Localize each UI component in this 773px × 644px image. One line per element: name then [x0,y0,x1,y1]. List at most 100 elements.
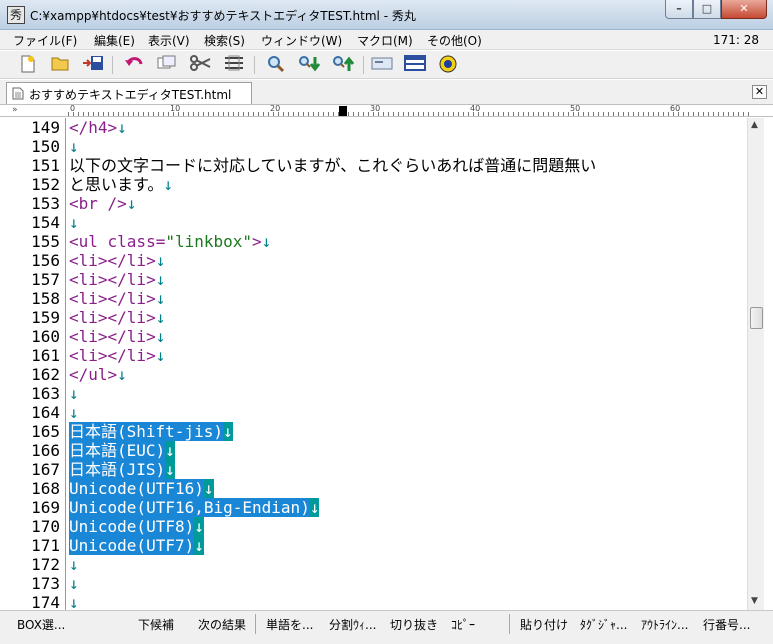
close-tab-button[interactable]: ✕ [752,85,767,99]
editor-line[interactable]: 149 </h4>↓ [0,118,747,137]
fkey-line-number[interactable]: 行番号... [703,616,750,633]
save-icon[interactable] [82,55,103,75]
grep-icon[interactable] [371,55,393,75]
editor-line[interactable]: 154 ↓ [0,213,747,232]
fkey-box-select[interactable]: BOX選... [17,616,65,633]
code-token: と思います。 [69,175,164,194]
ruler-cursor-marker [339,106,347,116]
code-token: > [252,232,262,251]
line-content: ↓ [69,137,79,156]
newline-mark: ↓ [69,137,79,156]
editor-line[interactable]: 160 <li></li>↓ [0,327,747,346]
cut-icon[interactable] [190,55,211,75]
find-next-down-icon[interactable] [298,55,321,75]
new-file-icon[interactable] [18,55,38,75]
paste-icon[interactable] [223,55,243,75]
editor-line[interactable]: 164 ↓ [0,403,747,422]
fkey-tag-jump[interactable]: ﾀｸﾞｼﾞｬ... [580,616,627,633]
column-ruler: » 0 10 20 30 40 50 60 [0,104,773,117]
line-content: Unicode(UTF16,Big-Endian)↓ [69,498,320,517]
code-token: Unicode(UTF16,Big-Endian) [69,498,310,517]
scroll-down-arrow[interactable]: ▼ [751,596,758,606]
editor-line[interactable]: 159 <li></li>↓ [0,308,747,327]
minimize-button[interactable]: – [665,0,693,19]
editor-line[interactable]: 167 日本語(JIS)↓ [0,460,747,479]
editor-line[interactable]: 156 <li></li>↓ [0,251,747,270]
editor-line[interactable]: 166 日本語(EUC)↓ [0,441,747,460]
editor-line[interactable]: 173 ↓ [0,574,747,593]
line-content: <li></li>↓ [69,270,165,289]
line-number: 172 [31,555,60,574]
menu-file[interactable]: ファイル(F) [13,32,77,49]
editor-line[interactable]: 153 <br />↓ [0,194,747,213]
close-button[interactable]: ✕ [721,0,767,19]
split-window-icon[interactable] [404,55,426,75]
help-icon[interactable] [438,55,458,75]
fkey-outline[interactable]: ｱｳﾄﾗｲﾝ... [641,616,688,633]
find-icon[interactable] [266,55,286,75]
fkey-paste[interactable]: 貼り付け [520,616,568,633]
line-number: 171 [31,536,60,555]
find-next-up-icon[interactable] [332,55,355,75]
fkey-split-window[interactable]: 分割ｳｨ... [329,616,376,633]
function-key-bar: BOX選... 下候補 次の結果 単語を... 分割ｳｨ... 切り抜き ｺﾋﾟ… [0,610,773,644]
line-number: 159 [31,308,60,327]
line-content: ↓ [69,213,79,232]
menu-macro[interactable]: マクロ(M) [357,32,413,49]
editor-line[interactable]: 171 Unicode(UTF7)↓ [0,536,747,555]
tab-active-file[interactable]: おすすめテキストエディタTEST.html [6,82,252,104]
line-number: 154 [31,213,60,232]
line-number: 168 [31,479,60,498]
line-number: 173 [31,574,60,593]
line-content: 日本語(JIS)↓ [69,460,175,479]
line-content: ↓ [69,574,79,593]
line-number: 150 [31,137,60,156]
editor-line[interactable]: 162 </ul>↓ [0,365,747,384]
editor-line[interactable]: 165 日本語(Shift-jis)↓ [0,422,747,441]
menu-search[interactable]: 検索(S) [204,32,245,49]
fkey-next-result[interactable]: 次の結果 [198,616,246,633]
editor-line[interactable]: 163 ↓ [0,384,747,403]
line-content: <li></li>↓ [69,327,165,346]
editor-line[interactable]: 168 Unicode(UTF16)↓ [0,479,747,498]
open-folder-icon[interactable] [50,55,70,75]
maximize-icon: □ [701,2,713,15]
editor-line[interactable]: 161 <li></li>↓ [0,346,747,365]
menu-edit[interactable]: 編集(E) [94,32,135,49]
editor-line[interactable]: 169 Unicode(UTF16,Big-Endian)↓ [0,498,747,517]
editor-line[interactable]: 158 <li></li>↓ [0,289,747,308]
hidemaru-app-icon[interactable]: 秀 [7,6,25,24]
line-content: ↓ [69,384,79,403]
editor-line[interactable]: 170 Unicode(UTF8)↓ [0,517,747,536]
editor-line[interactable]: 174 ↓ [0,593,747,610]
line-number: 160 [31,327,60,346]
scrollbar-thumb[interactable] [750,307,763,329]
menu-view[interactable]: 表示(V) [148,32,190,49]
fkey-copy[interactable]: ｺﾋﾟｰ [451,616,475,633]
ruler-number: 20 [270,104,281,113]
editor-line[interactable]: 155 <ul class="linkbox">↓ [0,232,747,251]
line-number: 155 [31,232,60,251]
menu-other[interactable]: その他(O) [427,32,482,49]
editor-line[interactable]: 172 ↓ [0,555,747,574]
text-editor-area[interactable]: 149 </h4>↓ 150 ↓ 151 以下の文字コードに対応していますが、これぐらいあ… [0,118,747,610]
fkey-next-candidate[interactable]: 下候補 [138,616,174,633]
newline-mark: ↓ [222,422,233,441]
newline-mark: ↓ [309,498,320,517]
maximize-button[interactable]: □ [693,0,721,19]
fkey-cut[interactable]: 切り抜き [390,616,438,633]
line-content: Unicode(UTF8)↓ [69,517,204,536]
menu-window[interactable]: ウィンドウ(W) [261,32,342,49]
editor-line[interactable]: 157 <li></li>↓ [0,270,747,289]
undo-icon[interactable] [124,55,144,75]
line-number: 156 [31,251,60,270]
scroll-up-arrow[interactable]: ▲ [751,120,758,130]
editor-line[interactable]: 150 ↓ [0,137,747,156]
copy-icon[interactable] [157,55,177,75]
editor-line[interactable]: 151 以下の文字コードに対応していますが、これぐらいあれば普通に問題無い [0,156,747,175]
newline-mark: ↓ [194,517,204,536]
editor-line[interactable]: 152 と思います。↓ [0,175,747,194]
ruler-number: 40 [470,104,481,113]
vertical-scrollbar[interactable]: ▲ ▼ [747,118,764,610]
fkey-word[interactable]: 単語を... [266,616,313,633]
